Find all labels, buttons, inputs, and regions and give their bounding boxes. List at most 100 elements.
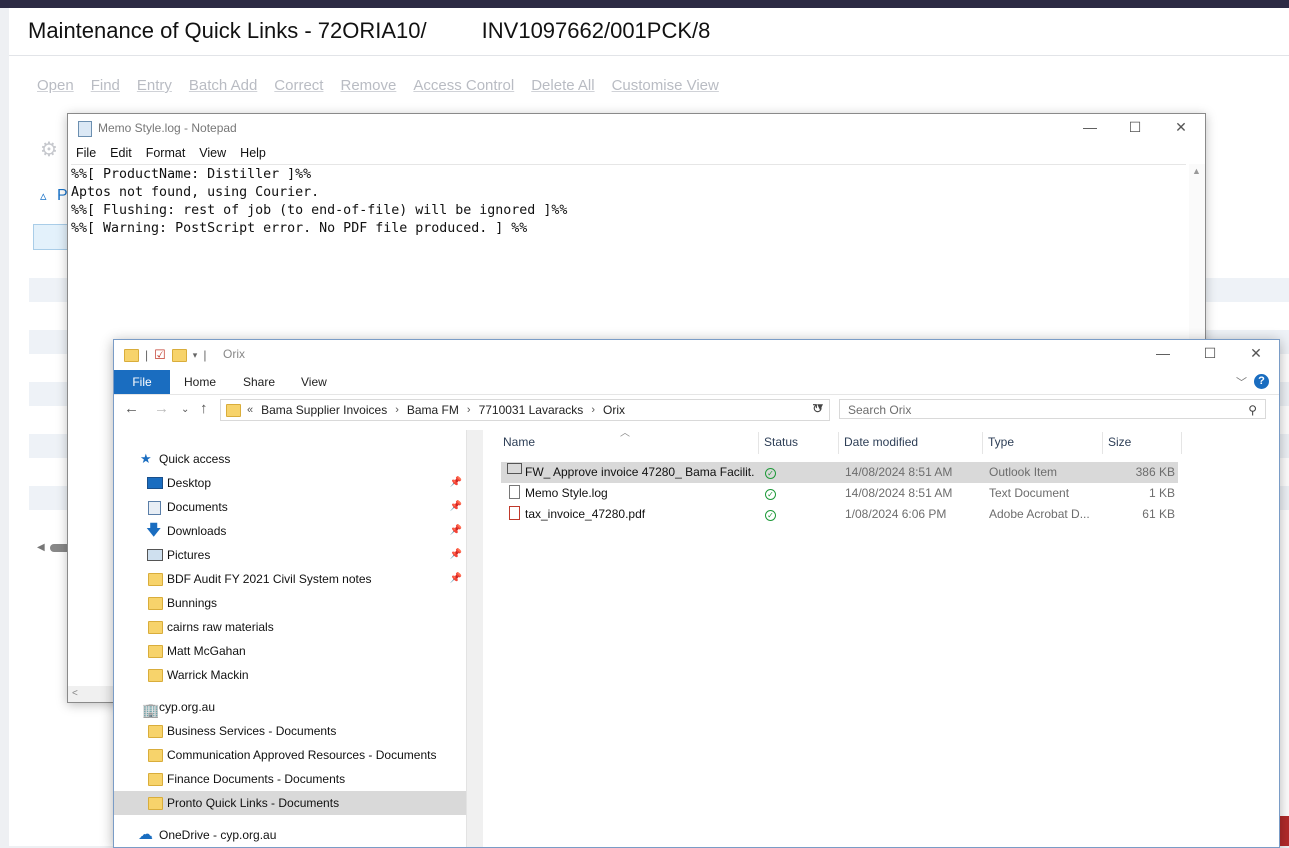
file-row[interactable]: FW_ Approve invoice 47280_ Bama Facilit.… — [501, 462, 1178, 483]
nav-item-matt[interactable]: Matt McGahan — [114, 639, 466, 663]
tab-file[interactable]: File — [114, 370, 170, 394]
explorer-window: | ☑ ▾ | Orix — ☐ ✕ File Home Share View … — [113, 339, 1280, 848]
nav-item-cairns[interactable]: cairns raw materials — [114, 615, 466, 639]
search-input[interactable]: Search Orix ⚲ — [839, 399, 1266, 419]
column-divider[interactable] — [1181, 432, 1182, 454]
maximize-icon[interactable]: ☐ — [1200, 345, 1220, 362]
nav-item-communication[interactable]: Communication Approved Resources - Docum… — [114, 743, 466, 767]
scroll-left-icon[interactable]: ◀ — [37, 542, 45, 553]
nav-item-pronto[interactable]: Pronto Quick Links - Documents — [114, 791, 466, 815]
breadcrumb-segment[interactable]: 7710031 Lavaracks — [479, 403, 584, 417]
nav-label: Bunnings — [167, 596, 218, 610]
nav-label: Quick access — [159, 452, 231, 466]
tab-home[interactable]: Home — [184, 370, 216, 394]
breadcrumb-segment[interactable]: Orix — [603, 403, 625, 417]
navigation-bar: ← → ⌄ ↑ « Bama Supplier Invoices › Bama … — [114, 397, 1279, 423]
file-row[interactable]: tax_invoice_47280.pdf ✓ 1/08/2024 6:06 P… — [501, 504, 1178, 525]
delete-all-button[interactable]: Delete All — [531, 77, 594, 94]
recent-locations-icon[interactable]: ⌄ — [181, 404, 189, 415]
breadcrumb-segment[interactable]: Bama FM — [407, 403, 459, 417]
separator: | — [203, 348, 207, 362]
pin-icon[interactable]: 📌 — [450, 495, 462, 519]
nav-item-desktop[interactable]: Desktop 📌 — [114, 471, 466, 495]
breadcrumb-segment[interactable]: Bama Supplier Invoices — [261, 403, 387, 417]
ribbon: File Home Share View ﹀ ? — [114, 370, 1279, 395]
menu-view[interactable]: View — [199, 146, 226, 160]
selected-cell[interactable] — [33, 224, 71, 250]
column-header-date[interactable]: Date modified — [844, 430, 918, 454]
breadcrumb-arrow-icon[interactable]: › — [591, 404, 595, 416]
search-icon[interactable]: ⚲ — [1248, 400, 1257, 420]
tab-share[interactable]: Share — [243, 370, 275, 394]
column-divider[interactable] — [1102, 432, 1103, 454]
menu-help[interactable]: Help — [240, 146, 266, 160]
breadcrumb-arrow-icon[interactable]: › — [467, 404, 471, 416]
breadcrumb-arrow-icon[interactable]: › — [395, 404, 399, 416]
remove-button[interactable]: Remove — [340, 77, 396, 94]
nav-quick-access[interactable]: ★ Quick access — [114, 447, 466, 471]
open-button[interactable]: Open — [37, 77, 74, 94]
pin-icon[interactable]: 📌 — [450, 567, 462, 591]
batch-add-button[interactable]: Batch Add — [189, 77, 257, 94]
nav-pane-scrollbar[interactable] — [466, 430, 483, 847]
scroll-up-icon[interactable]: ▲ — [1192, 166, 1201, 176]
explorer-titlebar[interactable]: | ☑ ▾ | Orix — ☐ ✕ — [114, 340, 1279, 370]
close-icon[interactable]: ✕ — [1246, 345, 1266, 362]
properties-icon[interactable]: ☑ — [154, 347, 166, 363]
overflow-chevron-icon[interactable]: « — [247, 404, 253, 416]
tab-view[interactable]: View — [301, 370, 327, 394]
nav-item-business-services[interactable]: Business Services - Documents — [114, 719, 466, 743]
forward-arrow-icon[interactable]: → — [154, 400, 169, 417]
pin-icon[interactable]: 📌 — [450, 519, 462, 543]
find-button[interactable]: Find — [91, 77, 120, 94]
correct-button[interactable]: Correct — [274, 77, 323, 94]
nav-org[interactable]: 🏢 cyp.org.au — [114, 695, 466, 719]
menu-file[interactable]: File — [76, 146, 96, 160]
close-icon[interactable]: ✕ — [1171, 119, 1191, 136]
documents-icon — [148, 501, 161, 515]
column-divider[interactable] — [838, 432, 839, 454]
nav-item-documents[interactable]: Documents 📌 — [114, 495, 466, 519]
help-icon[interactable]: ? — [1254, 374, 1269, 389]
pdf-icon — [509, 506, 520, 520]
column-header-type[interactable]: Type — [988, 430, 1014, 454]
nav-label: Finance Documents - Documents — [167, 772, 346, 786]
notepad-titlebar[interactable]: Memo Style.log - Notepad — ☐ ✕ — [68, 114, 1205, 142]
nav-item-bdf-audit[interactable]: BDF Audit FY 2021 Civil System notes 📌 — [114, 567, 466, 591]
minimize-icon[interactable]: — — [1153, 345, 1173, 361]
column-divider[interactable] — [982, 432, 983, 454]
menu-edit[interactable]: Edit — [110, 146, 132, 160]
entry-button[interactable]: Entry — [137, 77, 172, 94]
column-divider[interactable] — [758, 432, 759, 454]
pin-icon[interactable]: 📌 — [450, 543, 462, 567]
column-header-status[interactable]: Status — [764, 430, 798, 454]
nav-onedrive[interactable]: ☁ OneDrive - cyp.org.au — [114, 823, 466, 847]
nav-item-pictures[interactable]: Pictures 📌 — [114, 543, 466, 567]
access-control-button[interactable]: Access Control — [413, 77, 514, 94]
customize-dropdown-icon[interactable]: ▾ — [193, 350, 198, 361]
pin-icon[interactable]: 📌 — [450, 471, 462, 495]
column-header-size[interactable]: Size — [1108, 430, 1131, 454]
scroll-left-icon[interactable]: < — [72, 688, 78, 699]
refresh-icon[interactable]: ↻ — [812, 401, 823, 417]
customise-view-button[interactable]: Customise View — [612, 77, 719, 94]
back-arrow-icon[interactable]: ← — [124, 400, 139, 417]
downloads-icon: 🡇 — [146, 522, 162, 539]
nav-item-finance[interactable]: Finance Documents - Documents — [114, 767, 466, 791]
desktop-icon — [147, 477, 163, 489]
address-bar[interactable]: « Bama Supplier Invoices › Bama FM › 771… — [220, 399, 830, 421]
page-title: Maintenance of Quick Links - 72ORIA10/ I… — [28, 18, 711, 43]
chevron-up-icon[interactable]: ▵ — [40, 188, 47, 204]
expand-ribbon-icon[interactable]: ﹀ — [1236, 374, 1247, 390]
new-folder-icon[interactable] — [171, 348, 187, 362]
gear-icon[interactable]: ⚙ — [40, 137, 62, 161]
nav-item-bunnings[interactable]: Bunnings — [114, 591, 466, 615]
minimize-icon[interactable]: — — [1080, 119, 1100, 135]
nav-item-warrick[interactable]: Warrick Mackin — [114, 663, 466, 687]
menu-format[interactable]: Format — [146, 146, 186, 160]
maximize-icon[interactable]: ☐ — [1125, 119, 1145, 136]
up-arrow-icon[interactable]: ↑ — [200, 400, 208, 417]
file-row[interactable]: Memo Style.log ✓ 14/08/2024 8:51 AM Text… — [501, 483, 1178, 504]
nav-item-downloads[interactable]: 🡇 Downloads 📌 — [114, 519, 466, 543]
column-header-name[interactable]: Name — [503, 430, 535, 454]
